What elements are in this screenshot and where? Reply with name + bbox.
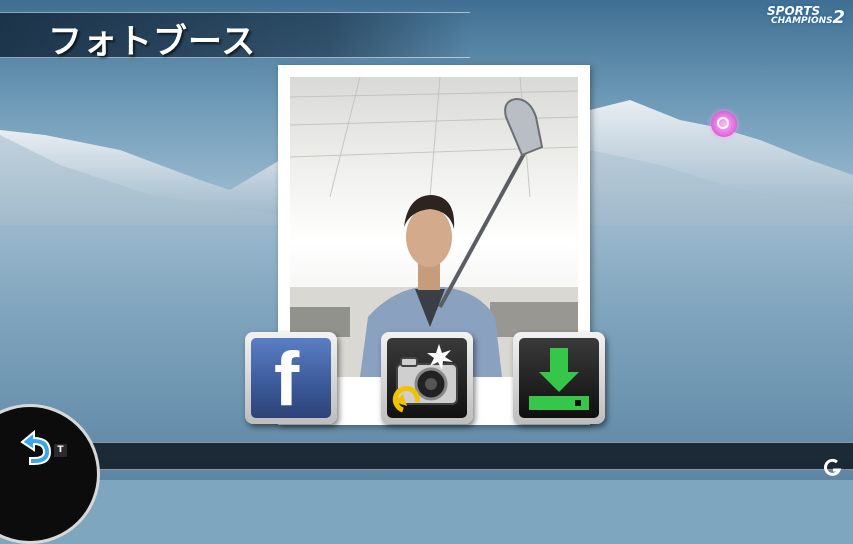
facebook-share-button[interactable]: f <box>245 332 337 424</box>
bottom-bar <box>0 442 853 470</box>
retake-photo-button[interactable] <box>381 332 473 424</box>
site-watermark-icon <box>824 458 842 476</box>
back-arrow-icon <box>20 429 52 465</box>
facebook-letter: f <box>274 337 300 422</box>
facebook-icon: f <box>251 338 331 418</box>
save-photo-button[interactable] <box>513 332 605 424</box>
back-button[interactable]: T <box>14 428 70 468</box>
game-logo: SPORTS CHAMPIONS 2 <box>763 4 845 30</box>
logo-line-2: CHAMPIONS <box>771 16 833 26</box>
back-key-label: T <box>54 444 67 457</box>
camera-retake-icon <box>392 344 458 413</box>
pointer-cursor-icon <box>711 111 737 137</box>
download-icon <box>529 348 589 410</box>
page-title: フォトブース <box>48 22 257 62</box>
logo-number: 2 <box>832 7 845 28</box>
